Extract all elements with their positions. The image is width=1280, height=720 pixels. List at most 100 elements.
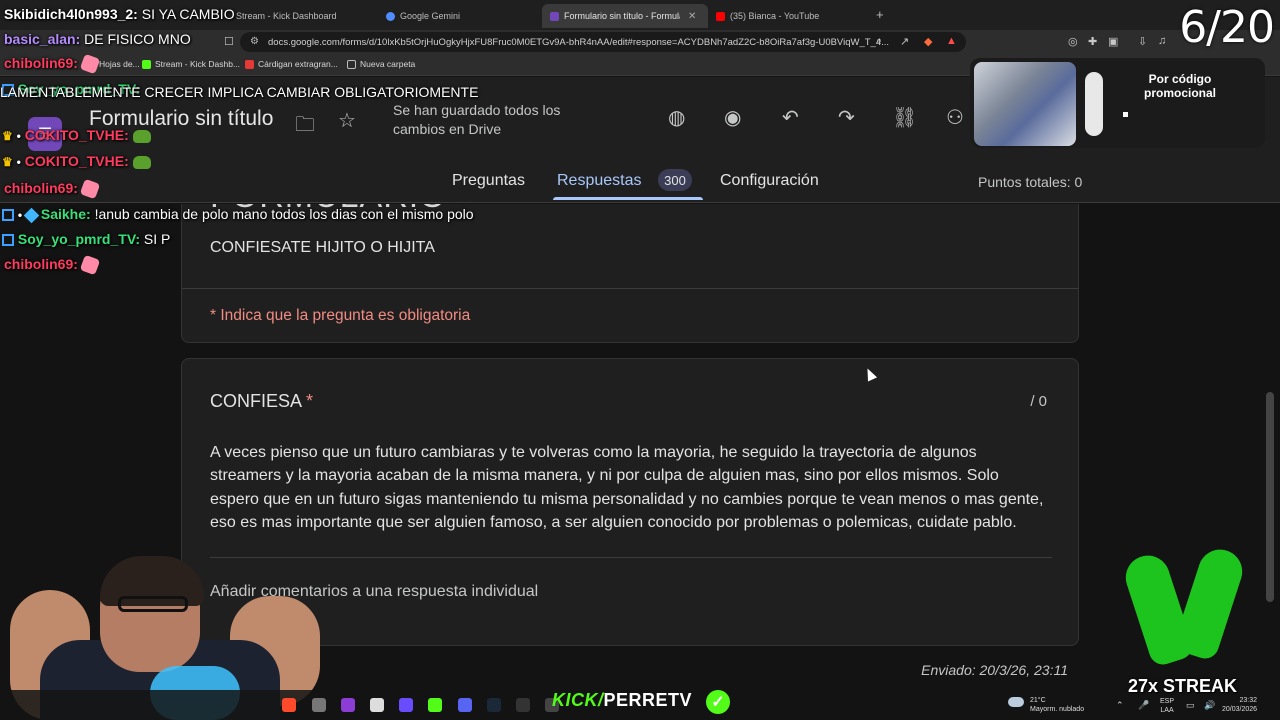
emote-pepe-icon — [132, 129, 151, 143]
weather-cloud-icon — [1008, 697, 1024, 707]
extension-icon-1[interactable]: ◎ — [1068, 35, 1078, 48]
link-icon[interactable]: ⛓ — [892, 105, 917, 130]
badge-icon — [2, 209, 14, 222]
chat-message: Skibidich4l0n993_2: SI YA CAMBIO — [4, 6, 235, 22]
sidebar-icon[interactable]: ▣ — [1108, 35, 1118, 48]
site-settings-icon[interactable]: ⚙ — [250, 36, 259, 47]
chat-message: basic_alan: DE FISICO MNO — [4, 31, 191, 47]
form-description-card: FORMULARIO CONFIESATE HIJITO O HIJITA * … — [181, 204, 1079, 343]
tab-kick-dashboard[interactable]: Stream - Kick Dashboard — [228, 4, 376, 28]
gem-icon — [23, 207, 40, 224]
tab-responses[interactable]: Respuestas — [557, 172, 642, 190]
preview-icon[interactable]: ◉ — [724, 105, 741, 130]
app-icon[interactable] — [341, 698, 355, 712]
emote-pepe-icon — [132, 155, 151, 169]
brave-shield-icon[interactable]: ◆ — [924, 35, 932, 48]
promo-overlay: Por código promocional — [970, 58, 1265, 148]
tab-google-forms[interactable]: Formulario sin título - Formulari ✕ — [542, 4, 708, 28]
music-icon[interactable]: ♫ — [1158, 35, 1166, 47]
emote-hands-icon — [79, 255, 101, 276]
dot-icon: • — [17, 208, 23, 222]
badge-icon — [2, 234, 14, 247]
promo-text: Por código promocional — [1143, 72, 1216, 100]
app-icon[interactable] — [516, 698, 530, 712]
app-icon[interactable] — [399, 698, 413, 712]
language-indicator[interactable]: ESP LAA — [1160, 697, 1174, 715]
network-icon[interactable]: ▭ — [1186, 700, 1195, 711]
promo-image — [974, 62, 1076, 146]
tab-settings[interactable]: Configuración — [720, 172, 819, 190]
kick-app-icon[interactable] — [428, 698, 442, 712]
tab-youtube[interactable]: (35) Bianca - YouTube — [708, 4, 874, 28]
streak-label: 27x STREAK — [1128, 676, 1238, 696]
responses-count-badge: 300 — [658, 169, 692, 191]
address-bar: ☐ ⚙ docs.google.com/forms/d/10lxKb5tOrjH… — [0, 30, 1280, 54]
bookmark-cardigan[interactable]: Cárdigan extragran... — [245, 59, 338, 69]
star-icon[interactable]: ☆ — [338, 108, 356, 133]
chat-message: chibolin69: — [4, 54, 101, 75]
microphone-icon[interactable]: 🎤 — [1138, 700, 1149, 711]
forms-icon — [550, 11, 559, 21]
url-field[interactable]: ⚙ docs.google.com/forms/d/10lxKb5tOrjHuO… — [240, 32, 966, 52]
undo-icon[interactable]: ↶ — [782, 105, 799, 130]
gemini-icon — [386, 11, 395, 21]
required-note: * Indica que la pregunta es obligatoria — [210, 307, 471, 324]
bookmark-folder[interactable]: Nueva carpeta — [347, 59, 415, 69]
crown-icon: ♛ — [2, 155, 13, 169]
verified-check-icon: ✓ — [706, 690, 730, 714]
progress-counter: 6/20 — [1179, 2, 1275, 53]
close-tab-icon[interactable]: ✕ — [688, 11, 696, 22]
redo-icon[interactable]: ↷ — [838, 105, 855, 130]
required-mark: * — [306, 391, 314, 411]
zoom-icon[interactable]: ⌕ — [876, 35, 882, 48]
dot-icon: • — [16, 129, 21, 143]
card-divider — [182, 288, 1078, 289]
tray-chevron-icon[interactable]: ⌃ — [1116, 700, 1124, 711]
form-description: CONFIESATE HIJITO O HIJITA — [210, 239, 435, 256]
download-icon[interactable]: ⇩ — [1138, 35, 1147, 48]
capcut-icon[interactable] — [370, 698, 384, 712]
add-collaborator-icon[interactable]: ⚇ — [946, 105, 964, 130]
emote-hands-icon — [79, 54, 101, 75]
shop-icon — [245, 59, 254, 69]
app-icon[interactable] — [312, 698, 326, 712]
tab-questions[interactable]: Preguntas — [452, 172, 525, 190]
chat-message: • Saikhe: !anub cambia de polo mano todo… — [2, 206, 474, 224]
extensions-icon[interactable]: ✚ — [1088, 35, 1097, 48]
steam-icon[interactable] — [487, 698, 501, 712]
system-clock[interactable]: 23:32 20/03/2026 — [1222, 696, 1257, 714]
hand-shape — [1172, 543, 1248, 663]
folder-icon[interactable]: 🗀 — [295, 110, 315, 144]
chat-message: chibolin69: — [4, 179, 101, 200]
streak-hands-icon — [1120, 543, 1248, 669]
discord-icon[interactable] — [458, 698, 472, 712]
emote-hands-icon — [79, 179, 101, 200]
total-points: Puntos totales: 0 — [978, 174, 1083, 190]
chat-message: ♛ • COKITO_TVHE: — [2, 153, 151, 169]
bookmark-kick-dashboard[interactable]: Stream - Kick Dashb... — [142, 59, 240, 69]
kick-channel-overlay: KICK/PERRETV — [552, 690, 693, 710]
chat-message-text: LAMENTABLEMENTE CRECER IMPLICA CAMBIAR O… — [0, 84, 479, 100]
palette-icon[interactable]: ◍ — [668, 105, 685, 130]
brave-icon[interactable] — [282, 698, 296, 712]
response-answer: A veces pienso que un futuro cambiaras y… — [210, 444, 1044, 531]
new-tab-button[interactable]: + — [876, 7, 884, 22]
question-score[interactable]: / 0 — [1030, 393, 1047, 410]
dot-icon: • — [16, 155, 21, 169]
tab-google-gemini[interactable]: Google Gemini — [378, 4, 538, 28]
brave-rewards-icon[interactable]: ▲ — [946, 35, 957, 47]
active-tab-indicator — [553, 197, 703, 200]
chat-message: chibolin69: — [4, 255, 101, 276]
youtube-icon — [716, 11, 725, 21]
kick-icon — [142, 59, 151, 69]
promo-dot — [1123, 112, 1128, 117]
submitted-timestamp: Enviado: 20/3/26, 23:11 — [921, 662, 1068, 678]
bookmark-icon[interactable]: ☐ — [224, 35, 234, 48]
share-icon[interactable]: ↗ — [900, 35, 909, 48]
scrollbar[interactable] — [1266, 392, 1274, 602]
webcam-glasses — [118, 596, 188, 612]
folder-icon — [347, 59, 356, 69]
chat-message: Soy_yo_pmrd_TV: SI P — [2, 231, 170, 247]
volume-icon[interactable]: 🔊 — [1204, 700, 1215, 711]
weather-widget[interactable]: 21°C Mayorm. nublado — [1030, 696, 1084, 714]
